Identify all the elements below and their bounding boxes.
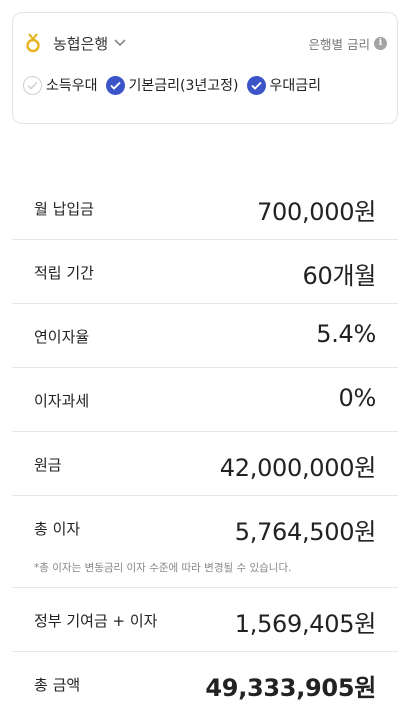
row-saving-period: 적립 기간 60개월 [12,240,398,304]
row-annual-rate: 연이자율 5.4% [12,304,398,368]
row-label: 정부 기여금 + 이자 [34,612,158,630]
row-total-interest: 총 이자 5,764,500원 *총 이자는 변동금리 이자 수준에 따라 변경… [12,496,398,588]
row-label: 이자과세 [34,392,90,410]
row-value: 60개월 [302,262,377,290]
row-interest-tax: 이자과세 0% [12,368,398,432]
info-icon[interactable]: i [374,36,387,50]
chevron-down-icon[interactable] [114,37,126,49]
option-preferential-rate[interactable]: 우대금리 [246,75,322,95]
row-value: 1,569,405원 [234,610,377,638]
row-label: 총 이자 [34,520,81,538]
row-value: 0% [338,384,377,412]
checkbox-checked-icon[interactable] [105,75,125,95]
option-label: 소득우대 [46,78,98,94]
row-label: 적립 기간 [34,264,94,282]
row-label: 원금 [34,456,62,474]
checkbox-unchecked-icon[interactable] [23,75,42,95]
row-label: 연이자율 [34,328,90,346]
row-principal: 원금 42,000,000원 [12,432,398,496]
bank-selector-card: 농협은행 은행별 금리 i 소득우대 기본금리(3년고정) 우대금리 [12,12,398,124]
row-value: 5,764,500원 [234,518,377,546]
row-value: 42,000,000원 [219,454,377,482]
bank-name[interactable]: 농협은행 [53,33,108,54]
row-monthly-payment: 월 납입금 700,000원 [12,176,398,240]
bank-selector[interactable]: 농협은행 은행별 금리 i [23,31,387,55]
result-table: 월 납입금 700,000원 적립 기간 60개월 연이자율 5.4% 이자과세… [12,176,398,716]
option-label: 기본금리(3년고정) [128,78,239,94]
row-value: 49,333,905원 [205,674,376,702]
nonghyup-logo-icon [23,33,43,53]
row-value: 5.4% [316,320,376,348]
row-government-contribution: 정부 기여금 + 이자 1,569,405원 [12,588,398,652]
rates-by-bank-label[interactable]: 은행별 금리 [309,34,370,53]
interest-disclaimer: *총 이자는 변동금리 이자 수준에 따라 변경될 수 있습니다. [34,562,292,574]
option-income-preference[interactable]: 소득우대 [23,75,98,95]
option-base-rate[interactable]: 기본금리(3년고정) [105,75,239,95]
checkbox-checked-icon[interactable] [246,75,266,95]
row-label: 총 금액 [34,676,81,694]
row-total-amount: 총 금액 49,333,905원 [12,652,398,716]
row-value: 700,000원 [257,198,376,226]
row-label: 월 납입금 [34,200,94,218]
rates-by-bank-link[interactable]: 은행별 금리 i [309,34,387,53]
option-label: 우대금리 [269,78,322,94]
rate-options: 소득우대 기본금리(3년고정) 우대금리 [23,75,329,95]
